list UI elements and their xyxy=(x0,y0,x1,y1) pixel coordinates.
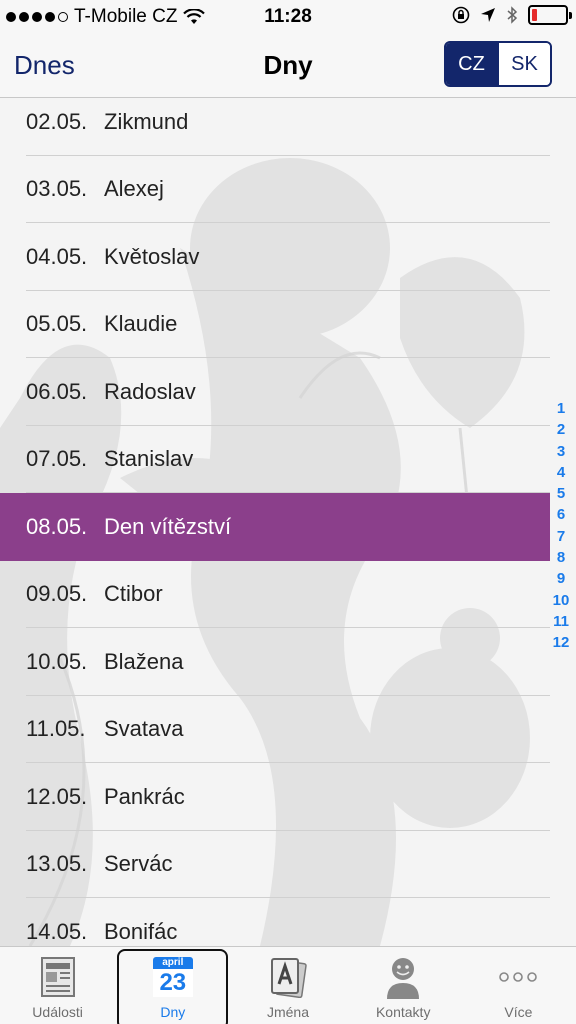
list-item[interactable]: 09.05. Ctibor xyxy=(0,561,550,629)
index-item[interactable]: 2 xyxy=(557,419,565,440)
battery-level xyxy=(532,9,537,21)
index-item[interactable]: 6 xyxy=(557,504,565,525)
location-arrow-icon xyxy=(481,8,495,22)
index-item[interactable]: 9 xyxy=(557,568,565,589)
day-date: 13.05. xyxy=(26,851,88,877)
navigation-bar: Dnes Dny CZ SK xyxy=(0,34,576,98)
day-date: 12.05. xyxy=(26,783,88,809)
list-item[interactable]: 05.05. Klaudie xyxy=(0,291,550,359)
list-item[interactable]: 10.05. Blažena xyxy=(0,628,550,696)
tab-kontakty[interactable]: Kontakty xyxy=(346,947,461,1024)
list-item[interactable]: 11.05. Svatava xyxy=(0,696,550,764)
list-item[interactable]: 14.05. Bonifác xyxy=(0,898,550,946)
index-item[interactable]: 5 xyxy=(557,483,565,504)
index-item[interactable]: 4 xyxy=(557,462,565,483)
index-item[interactable]: 11 xyxy=(553,611,569,632)
segment-cz[interactable]: CZ xyxy=(446,43,497,85)
segment-sk[interactable]: SK xyxy=(497,43,550,85)
list-item[interactable]: 13.05. Servác xyxy=(0,831,550,899)
day-date: 02.05. xyxy=(26,108,88,134)
day-name: Alexej xyxy=(104,176,164,202)
carrier-name: T-Mobile CZ xyxy=(74,6,178,27)
status-right xyxy=(452,5,572,25)
list-item[interactable]: 07.05. Stanislav xyxy=(0,426,550,494)
wifi-icon xyxy=(183,9,206,24)
calendar-icon: april 23 xyxy=(149,954,197,1000)
day-name: Bonifác xyxy=(104,918,178,944)
day-date: 04.05. xyxy=(26,243,88,269)
signal-strength-icon xyxy=(6,12,68,22)
day-name: Pankrác xyxy=(104,783,185,809)
index-item[interactable]: 10 xyxy=(553,590,570,611)
day-date: 11.05. xyxy=(26,716,86,742)
day-name: Květoslav xyxy=(104,243,200,269)
day-name: Klaudie xyxy=(104,311,178,337)
list-item[interactable]: 04.05. Květoslav xyxy=(0,223,550,291)
rotation-lock-icon xyxy=(452,6,470,24)
more-icon xyxy=(494,954,542,1000)
tab-bar: Události april 23 Dny Jména Kontakty Víc… xyxy=(0,946,576,1024)
day-date: 14.05. xyxy=(26,918,88,944)
list-item[interactable]: 08.05. Den vítězství xyxy=(0,493,550,561)
tab-label: Dny xyxy=(160,1004,186,1020)
index-item[interactable]: 1 xyxy=(557,398,565,419)
name-cards-icon xyxy=(264,954,312,1000)
day-date: 08.05. xyxy=(26,513,88,539)
tab-label: Více xyxy=(504,1004,533,1020)
status-bar: T-Mobile CZ 11:28 xyxy=(0,0,576,34)
day-name: Zikmund xyxy=(104,108,189,134)
day-date: 09.05. xyxy=(26,581,88,607)
bluetooth-icon xyxy=(507,6,518,24)
newspaper-icon xyxy=(34,954,82,1000)
day-name: Radoslav xyxy=(104,378,196,404)
day-name: Servác xyxy=(104,851,173,877)
today-button[interactable]: Dnes xyxy=(14,50,75,81)
list-item[interactable]: 12.05. Pankrác xyxy=(0,763,550,831)
list-item[interactable]: 06.05. Radoslav xyxy=(0,358,550,426)
tab-label: Události xyxy=(32,1004,83,1020)
day-name: Ctibor xyxy=(104,581,163,607)
status-left: T-Mobile CZ xyxy=(6,6,206,28)
days-list-container[interactable]: 02.05. Zikmund 03.05. Alexej 04.05. Květoslav… xyxy=(0,98,576,946)
day-date: 03.05. xyxy=(26,176,88,202)
day-name: Stanislav xyxy=(104,446,194,472)
tab-jmena[interactable]: Jména xyxy=(230,947,345,1024)
person-icon xyxy=(379,954,427,1000)
days-list: 02.05. Zikmund 03.05. Alexej 04.05. Květoslav… xyxy=(0,98,550,946)
battery-icon xyxy=(528,5,572,25)
day-name: Svatava xyxy=(104,716,184,742)
index-item[interactable]: 7 xyxy=(557,526,565,547)
tab-dny[interactable]: april 23 Dny xyxy=(115,947,230,1024)
calendar-day: 23 xyxy=(152,969,193,997)
list-item[interactable]: 02.05. Zikmund xyxy=(0,98,550,156)
month-index-bar[interactable]: 1 2 3 4 5 6 7 8 9 10 11 12 xyxy=(550,398,572,654)
tab-label: Jména xyxy=(266,1004,310,1020)
list-item[interactable]: 03.05. Alexej xyxy=(0,156,550,224)
day-date: 07.05. xyxy=(26,446,88,472)
day-date: 05.05. xyxy=(26,311,88,337)
language-segmented-control[interactable]: CZ SK xyxy=(444,41,552,87)
index-item[interactable]: 3 xyxy=(557,441,565,462)
day-name: Den vítězství xyxy=(104,513,232,539)
day-date: 10.05. xyxy=(26,648,88,674)
tab-vice[interactable]: Více xyxy=(461,947,576,1024)
index-item[interactable]: 8 xyxy=(557,547,565,568)
calendar-month: april xyxy=(152,957,193,969)
day-name: Blažena xyxy=(104,648,184,674)
tab-label: Kontakty xyxy=(375,1004,431,1020)
tab-udalosti[interactable]: Události xyxy=(0,947,115,1024)
day-date: 06.05. xyxy=(26,378,88,404)
index-item[interactable]: 12 xyxy=(553,632,570,653)
